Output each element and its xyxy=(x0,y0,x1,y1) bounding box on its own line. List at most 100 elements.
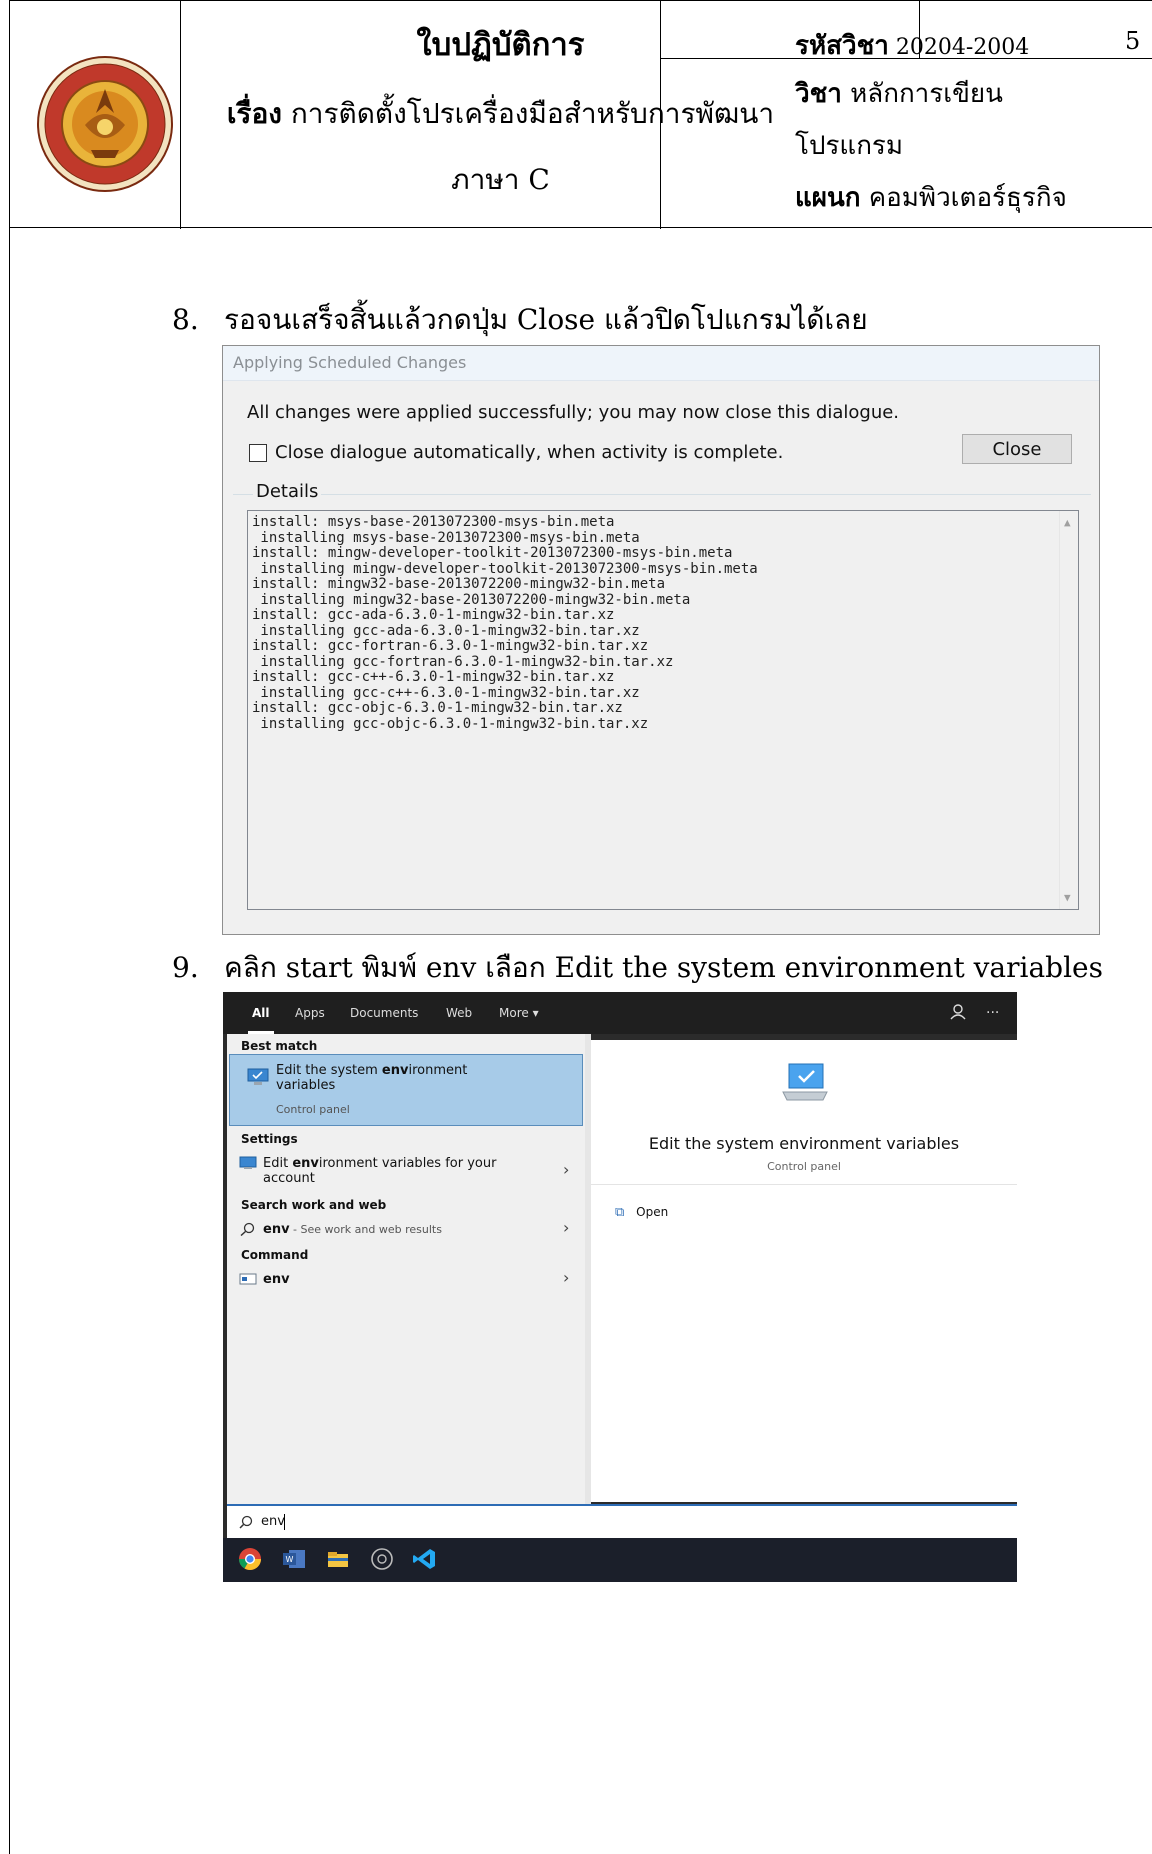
department: แผนก คอมพิวเตอร์ธุรกิจ xyxy=(795,177,1067,218)
open-icon: ⧉ xyxy=(615,1205,625,1220)
log-line: install: gcc-fortran-6.3.0-1-mingw32-bin… xyxy=(252,638,649,654)
settings-heading: Settings xyxy=(241,1132,298,1146)
web-result[interactable]: env - See work and web results › xyxy=(239,1218,579,1240)
search-icon xyxy=(240,1222,255,1236)
log-line: install: msys-base-2013072300-msys-bin.m… xyxy=(252,514,615,530)
log-line: installing mingw32-base-2013072200-mingw… xyxy=(252,591,691,608)
command-result[interactable]: env › xyxy=(239,1268,579,1290)
best-match-title: Edit the system environment variables xyxy=(276,1063,467,1093)
step-number: 9. xyxy=(172,951,199,984)
course-name: วิชา หลักการเขียน xyxy=(795,73,1003,114)
chrome-icon[interactable] xyxy=(237,1546,263,1572)
best-match-title-part: ironment xyxy=(408,1063,468,1078)
auto-close-checkbox[interactable]: Close dialogue automatically, when activ… xyxy=(249,442,783,463)
chevron-right-icon[interactable]: › xyxy=(563,1268,569,1287)
windows-search-panel: All Apps Documents Web More ▾ ··· Best m… xyxy=(223,992,1017,1582)
environment-settings-icon xyxy=(239,1156,257,1169)
preview-divider xyxy=(591,1184,1017,1185)
log-line: install: gcc-ada-6.3.0-1-mingw32-bin.tar… xyxy=(252,607,615,623)
course-line-2: โปรแกรม xyxy=(795,131,904,161)
log-line: install: gcc-objc-6.3.0-1-mingw32-bin.ta… xyxy=(252,700,623,716)
step-number: 8. xyxy=(172,303,199,336)
command-result-text: env xyxy=(263,1272,290,1287)
subject-label: เรื่อง xyxy=(226,97,282,130)
department-label: แผนก xyxy=(795,183,861,213)
open-action[interactable]: ⧉ Open xyxy=(615,1205,668,1220)
text-cursor xyxy=(284,1514,285,1530)
log-line: installing msys-base-2013072300-msys-bin… xyxy=(252,529,640,546)
tab-documents[interactable]: Documents xyxy=(350,992,418,1034)
log-line: install: mingw-developer-toolkit-2013072… xyxy=(252,545,733,561)
system-properties-icon xyxy=(247,1068,269,1085)
web-result-hint: - See work and web results xyxy=(289,1223,442,1236)
search-box[interactable]: env xyxy=(227,1504,1017,1538)
tab-more[interactable]: More ▾ xyxy=(499,992,539,1034)
best-match-result[interactable]: Edit the system environment variables Co… xyxy=(229,1054,583,1126)
tab-apps[interactable]: Apps xyxy=(295,992,325,1034)
command-prompt-icon xyxy=(239,1273,257,1285)
applying-changes-dialog: Applying Scheduled Changes All changes w… xyxy=(222,345,1100,935)
log-line: install: gcc-c++-6.3.0-1-mingw32-bin.tar… xyxy=(252,669,615,685)
subject-line-1: การติดตั้งโปรเครื่องมือสำหรับการพัฒนา xyxy=(290,97,775,130)
settings-text-part: Edit xyxy=(263,1156,293,1171)
subject-title: เรื่อง การติดตั้งโปรเครื่องมือสำหรับการพ… xyxy=(214,81,787,213)
sheet-title: ใบปฏิบัติการ xyxy=(416,27,585,63)
settings-result-text: Edit environment variables for your acco… xyxy=(263,1156,496,1186)
best-match-title-part: variables xyxy=(276,1078,336,1093)
github-desktop-icon[interactable] xyxy=(369,1546,395,1572)
course-code-label: รหัสวิชา xyxy=(795,31,889,61)
course-code-value: 20204-2004 xyxy=(895,35,1030,60)
scroll-up-icon[interactable]: ▲ xyxy=(1064,515,1071,531)
vocational-education-seal-logo xyxy=(37,56,173,192)
preview-title: Edit the system environment variables xyxy=(648,1134,960,1153)
header-table: ใบปฏิบัติการ เรื่อง การติดตั้งโปรเครื่อง… xyxy=(10,0,1152,229)
step-text: คลิก start พิมพ์ env เลือก Edit the syst… xyxy=(224,951,1103,984)
settings-text-part: ironment variables for your xyxy=(318,1156,497,1171)
page-number: 5 xyxy=(1125,27,1141,55)
log-line: installing mingw-developer-toolkit-20130… xyxy=(252,560,758,577)
step-9: 9. คลิก start พิมพ์ env เลือก Edit the sy… xyxy=(172,946,1103,990)
taskbar: W xyxy=(223,1538,1017,1582)
vscode-icon[interactable] xyxy=(411,1546,437,1572)
web-result-text: env - See work and web results xyxy=(263,1222,442,1237)
scroll-down-icon[interactable]: ▼ xyxy=(1064,890,1071,906)
dialog-message: All changes were applied successfully; y… xyxy=(247,402,900,423)
course-label: วิชา xyxy=(795,79,842,109)
best-match-title-highlight: env xyxy=(381,1063,409,1078)
best-match-heading: Best match xyxy=(241,1039,318,1053)
dialog-title: Applying Scheduled Changes xyxy=(223,346,1099,381)
settings-result[interactable]: Edit environment variables for your acco… xyxy=(239,1156,579,1190)
step-8: 8. รอจนเสร็จสิ้นแล้วกดปุ่ม Close แล้วปิดโ… xyxy=(172,298,868,342)
search-query[interactable]: env xyxy=(261,1514,285,1529)
chevron-right-icon[interactable]: › xyxy=(563,1160,569,1179)
tab-web[interactable]: Web xyxy=(446,992,472,1034)
system-properties-large-icon xyxy=(782,1063,828,1101)
results-list: Best match Edit the system environment v… xyxy=(227,1034,585,1504)
worksheet-page: ใบปฏิบัติการ เรื่อง การติดตั้งโปรเครื่อง… xyxy=(9,0,1152,1854)
header-divider xyxy=(180,1,181,229)
word-icon[interactable]: W xyxy=(281,1546,307,1572)
details-log: install: msys-base-2013072300-msys-bin.m… xyxy=(247,510,1079,910)
log-line: installing gcc-fortran-6.3.0-1-mingw32-b… xyxy=(252,653,674,670)
chevron-right-icon[interactable]: › xyxy=(563,1218,569,1237)
course-code: รหัสวิชา 20204-2004 xyxy=(795,25,1029,66)
log-scrollbar[interactable]: ▲ ▼ xyxy=(1059,511,1078,909)
web-result-query: env xyxy=(263,1222,290,1237)
settings-text-highlight: env xyxy=(292,1156,319,1171)
close-button[interactable]: Close xyxy=(962,434,1072,464)
best-match-subtitle: Control panel xyxy=(276,1103,350,1116)
tab-all[interactable]: All xyxy=(248,992,273,1034)
best-match-title-part: Edit the system xyxy=(276,1063,382,1078)
preview-subtitle: Control panel xyxy=(767,1160,841,1173)
open-label: Open xyxy=(636,1205,669,1219)
details-label: Details xyxy=(253,481,322,502)
more-options-icon[interactable]: ··· xyxy=(986,1005,999,1021)
department-value: คอมพิวเตอร์ธุรกิจ xyxy=(868,183,1067,213)
file-explorer-icon[interactable] xyxy=(325,1546,351,1572)
course-line-1: หลักการเขียน xyxy=(850,79,1003,109)
feedback-icon[interactable] xyxy=(949,1003,967,1021)
log-line: installing gcc-c++-6.3.0-1-mingw32-bin.t… xyxy=(252,684,640,701)
checkbox-label: Close dialogue automatically, when activ… xyxy=(275,442,784,463)
search-tabs: All Apps Documents Web More ▾ ··· xyxy=(223,992,1017,1034)
checkbox-box[interactable] xyxy=(249,443,267,462)
